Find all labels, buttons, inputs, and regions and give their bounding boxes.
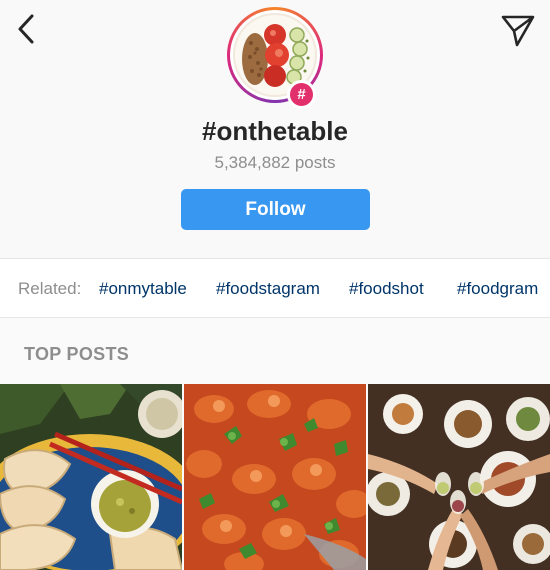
back-button[interactable] xyxy=(12,12,44,46)
post-count: 5,384,882 posts xyxy=(214,153,336,172)
dumplings-photo xyxy=(0,384,182,570)
related-tag-foodshot[interactable]: #foodshot xyxy=(349,279,424,299)
related-tag-foodgram[interactable]: #foodgram xyxy=(457,279,538,299)
hashtag-title: #onthetable xyxy=(202,116,348,146)
paper-plane-icon xyxy=(501,15,535,47)
post-thumbnail-dumplings[interactable] xyxy=(0,384,182,570)
related-hashtags-bar: Related: #onmytable #foodstagram #foodsh… xyxy=(0,258,550,318)
related-tag-foodstagram[interactable]: #foodstagram xyxy=(216,279,320,299)
shrimp-curry-photo xyxy=(184,384,366,570)
related-label: Related: xyxy=(18,279,82,298)
hashtag-badge-icon: # xyxy=(287,80,316,109)
post-thumbnail-dinner-toast[interactable] xyxy=(368,384,550,570)
hashtag-header: # #onthetable 5,384,882 posts Follow xyxy=(0,0,550,258)
top-posts-grid xyxy=(0,384,550,570)
share-button[interactable] xyxy=(500,12,536,48)
dinner-toast-photo xyxy=(368,384,550,570)
top-posts-header: TOP POSTS xyxy=(0,318,550,384)
follow-button[interactable]: Follow xyxy=(181,189,370,230)
top-posts-label: TOP POSTS xyxy=(24,344,130,364)
chevron-left-icon xyxy=(18,14,34,44)
related-tag-onmytable[interactable]: #onmytable xyxy=(99,279,187,299)
post-thumbnail-shrimp-curry[interactable] xyxy=(184,384,366,570)
